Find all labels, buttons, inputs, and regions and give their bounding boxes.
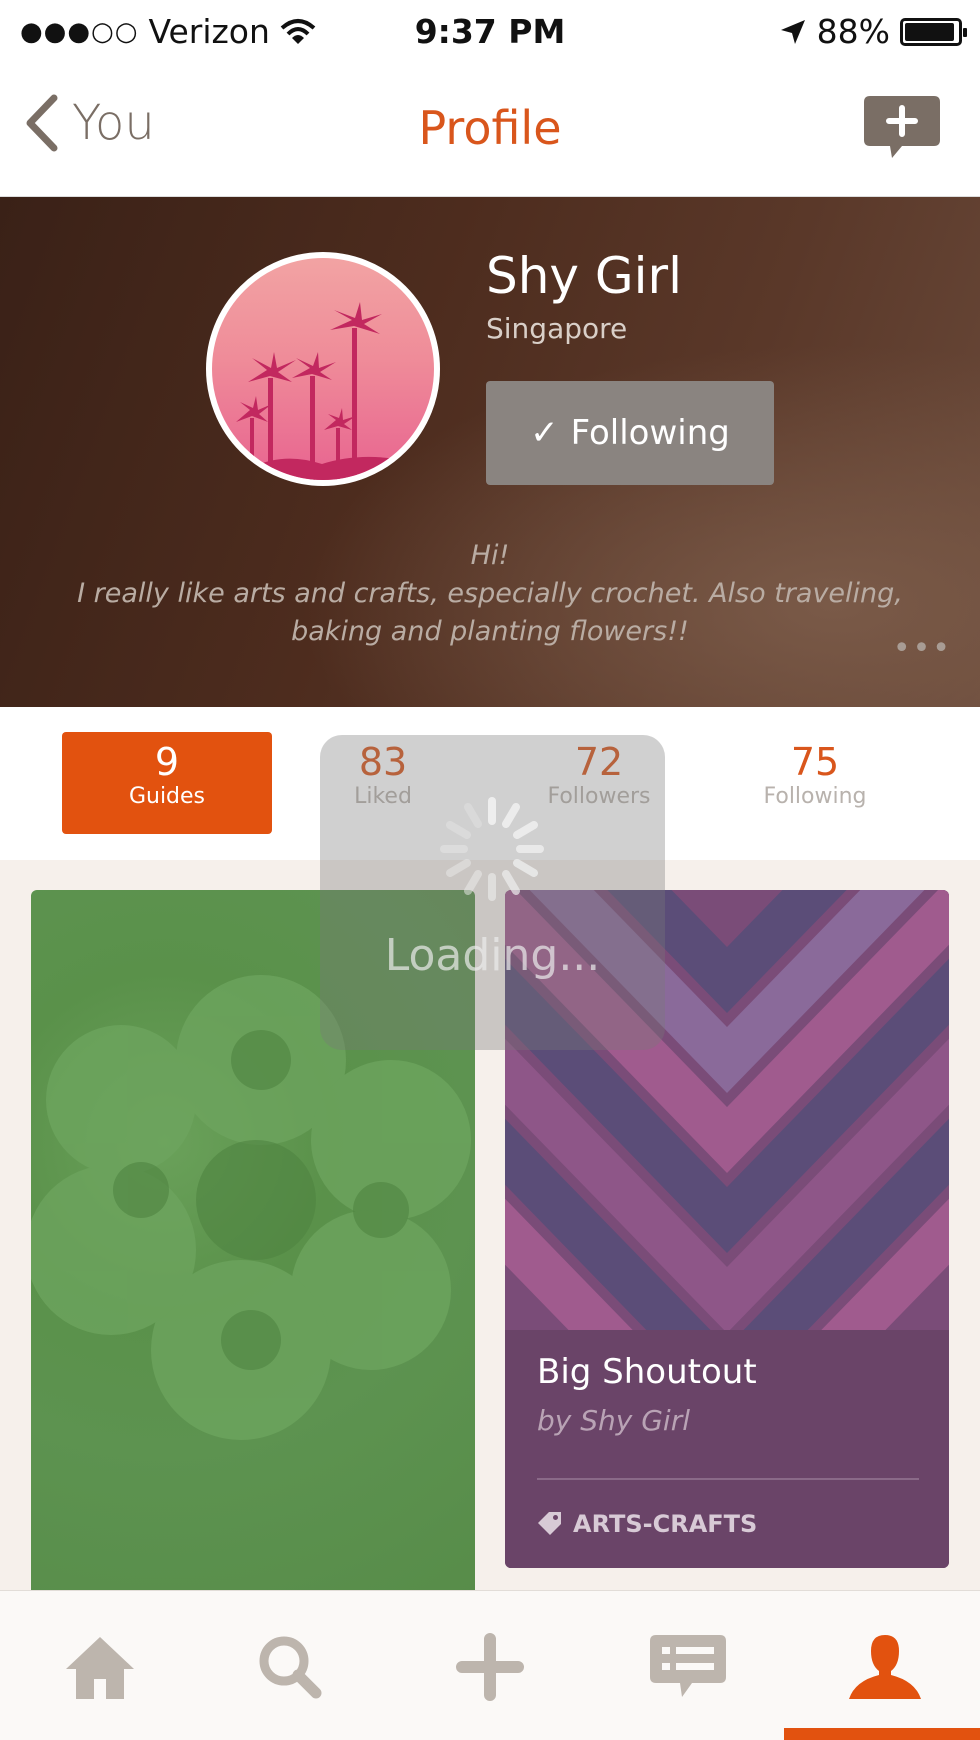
tag-icon [538,1512,561,1535]
profile-bio: Hi! I really like arts and crafts, espec… [60,537,920,651]
guide-card-info: Big Shoutout by Shy Girl ARTS-CRAFTS [505,1330,949,1568]
stat-value: 9 [154,740,180,784]
bio-line: Hi! [470,540,510,571]
active-tab-indicator [784,1728,980,1740]
status-bar-right: 88% [779,12,967,51]
navigation-bar: You Profile [0,64,980,197]
guide-title: Big Shoutout [537,1352,757,1392]
add-icon [456,1633,524,1701]
avatar [206,252,440,486]
search-icon [259,1636,322,1699]
tab-messages[interactable] [648,1631,728,1703]
profile-location: Singapore [486,312,628,345]
page-title: Profile [418,101,562,155]
guide-tag[interactable]: ARTS-CRAFTS [537,1510,757,1538]
battery-percent: 88% [816,12,890,51]
following-button[interactable]: ✓ Following [486,381,774,485]
loading-text: Loading... [384,930,601,981]
stat-value: 75 [790,740,840,784]
checkmark-icon: ✓ [530,413,559,453]
tag-label: ARTS-CRAFTS [573,1510,758,1538]
loading-spinner-icon [440,797,544,901]
guide-author: by Shy Girl [537,1404,691,1437]
following-label: Following [570,413,730,453]
bio-line: I really like arts and crafts, especiall… [77,578,903,609]
profile-icon [849,1635,921,1699]
stat-following[interactable]: 75 Following [710,732,920,834]
location-arrow-icon [780,19,805,44]
status-bar: ●●●○○ Verizon 9:37 PM 88% [0,0,980,64]
stat-guides[interactable]: 9 Guides [62,732,272,834]
tab-bar [0,1590,980,1740]
loading-overlay: Loading... [320,735,665,1050]
stat-label: Following [763,784,867,809]
tab-profile[interactable] [845,1631,925,1703]
more-options-icon[interactable]: ••• [893,631,952,666]
battery-icon [900,17,967,46]
profile-name: Shy Girl [486,247,682,305]
messages-icon [650,1635,726,1697]
home-icon [66,1637,134,1699]
profile-header: Shy Girl Singapore ✓ Following Hi! I rea… [0,197,980,707]
tab-add[interactable] [450,1631,530,1703]
palm-trees-image [232,302,434,480]
compose-message-icon[interactable] [864,96,940,164]
tab-search[interactable] [250,1631,330,1703]
divider [537,1478,919,1480]
stat-label: Guides [128,784,206,809]
bio-line: baking and planting flowers!! [291,616,689,647]
tab-home[interactable] [60,1631,140,1703]
